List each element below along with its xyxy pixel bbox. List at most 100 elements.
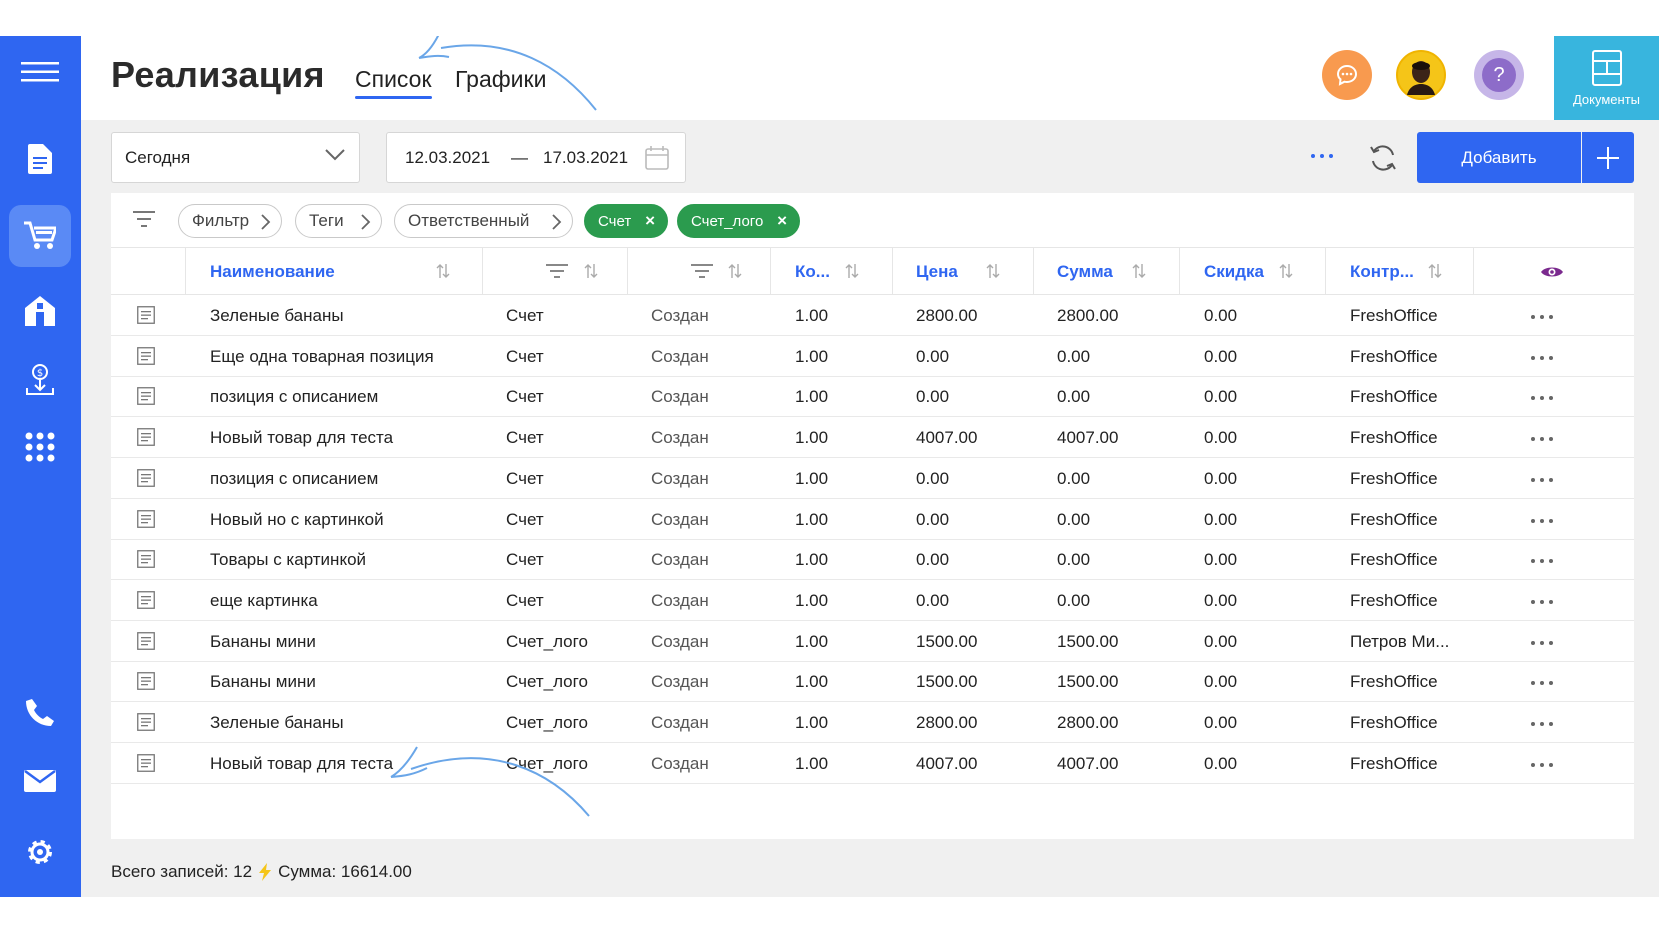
column-header[interactable]: Контр... xyxy=(1350,248,1414,295)
document-icon[interactable] xyxy=(9,128,71,190)
table-cell: Бананы мини xyxy=(210,672,316,692)
table-row[interactable]: Зеленые бананы Счет Создан 1.00 2800.00 2800.… xyxy=(111,295,1634,336)
row-actions-icon[interactable] xyxy=(1531,559,1553,564)
menu-icon[interactable] xyxy=(9,41,71,103)
column-filter-icon[interactable] xyxy=(546,264,568,283)
add-more-button[interactable] xyxy=(1582,132,1634,183)
main-area: Реализация Список Графики ? Документы Се… xyxy=(81,36,1659,897)
sort-icon[interactable] xyxy=(436,263,450,284)
add-button[interactable]: Добавить xyxy=(1417,132,1581,183)
row-document-icon[interactable] xyxy=(137,631,155,655)
sort-icon[interactable] xyxy=(1428,263,1442,284)
table-cell: 1.00 xyxy=(795,306,829,325)
row-document-icon[interactable] xyxy=(137,713,155,736)
tab-charts[interactable]: Графики xyxy=(455,66,546,93)
column-header[interactable]: Скидка xyxy=(1204,248,1264,295)
row-document-icon[interactable] xyxy=(137,428,155,451)
sort-icon[interactable] xyxy=(1279,263,1293,284)
date-separator: — xyxy=(511,148,528,167)
row-document-icon[interactable] xyxy=(137,590,155,614)
table-row[interactable]: Новый но с картинкой Счет Создан 1.00 0.00 0.… xyxy=(111,499,1634,540)
table-row[interactable]: Товары с картинкой Счет Создан 1.00 0.00 0.00… xyxy=(111,539,1634,581)
column-filter-icon[interactable] xyxy=(691,264,713,283)
responsible-chip[interactable]: Ответственный xyxy=(394,204,573,238)
table-row[interactable]: Бананы мини Счет_лого Создан 1.00 1500.00 150… xyxy=(111,621,1634,662)
row-actions-icon[interactable] xyxy=(1531,477,1553,482)
row-actions-icon[interactable] xyxy=(1531,599,1553,604)
row-actions-icon[interactable] xyxy=(1531,315,1553,319)
table-row[interactable]: позиция с описанием Счет Создан 1.00 0.00 0.0… xyxy=(111,376,1634,418)
remove-tag-icon[interactable]: × xyxy=(645,211,655,231)
table-row[interactable]: еще картинка Счет Создан 1.00 0.00 0.00 0.00 Fr… xyxy=(111,580,1634,621)
row-document-icon[interactable] xyxy=(137,468,155,492)
phone-icon[interactable] xyxy=(9,682,71,744)
sort-icon[interactable] xyxy=(986,263,1000,284)
table-cell: 0.00 xyxy=(916,387,950,407)
table-row[interactable]: Новый товар для теста Счет Создан 1.00 4007.… xyxy=(111,417,1634,459)
table-row[interactable]: Новый товар для теста Счет_лого Создан 1.00… xyxy=(111,743,1634,784)
table-cell: 1.00 xyxy=(795,550,829,570)
table-cell: Создан xyxy=(651,428,709,448)
filter-chip[interactable]: Фильтр xyxy=(178,204,282,238)
table-cell: Создан xyxy=(651,631,709,651)
more-options-icon[interactable] xyxy=(1311,154,1333,158)
gear-icon[interactable] xyxy=(9,821,71,883)
help-button[interactable]: ? xyxy=(1474,50,1524,100)
sort-icon[interactable] xyxy=(1132,263,1146,284)
mail-icon[interactable] xyxy=(9,750,71,812)
row-document-icon[interactable] xyxy=(137,387,155,410)
filter-lines-icon[interactable] xyxy=(133,211,155,227)
table-cell: Счет xyxy=(506,428,544,448)
tag-chip-schet-logo[interactable]: Счет_лого × xyxy=(677,204,800,238)
column-header[interactable]: Ко... xyxy=(795,248,830,295)
row-actions-icon[interactable] xyxy=(1531,722,1553,726)
column-header[interactable]: Цена xyxy=(916,248,958,295)
row-actions-icon[interactable] xyxy=(1531,355,1553,360)
row-actions-icon[interactable] xyxy=(1531,640,1553,645)
header: Реализация Список Графики ? Документы xyxy=(81,36,1659,120)
avatar[interactable] xyxy=(1396,50,1446,100)
table-cell: 1.00 xyxy=(795,346,829,366)
table-row[interactable]: позиция с описанием Счет Создан 1.00 0.00 0.0… xyxy=(111,458,1634,499)
svg-text:$: $ xyxy=(37,368,43,379)
cart-icon[interactable] xyxy=(9,205,71,267)
refresh-icon[interactable] xyxy=(1368,143,1398,173)
row-actions-icon[interactable] xyxy=(1531,396,1553,401)
table-cell: FreshOffice xyxy=(1350,468,1438,488)
period-select[interactable]: Сегодня xyxy=(111,132,360,183)
row-document-icon[interactable] xyxy=(137,550,155,573)
filter-bar: Фильтр Теги Ответственный Счет × Счет_ло… xyxy=(111,193,1634,248)
tags-chip[interactable]: Теги xyxy=(295,204,382,238)
tag-chip-schet[interactable]: Счет × xyxy=(584,204,668,238)
row-document-icon[interactable] xyxy=(137,672,155,695)
tab-list[interactable]: Список xyxy=(355,66,432,99)
apps-grid-icon[interactable] xyxy=(9,416,71,478)
column-header[interactable]: Наименование xyxy=(210,248,335,295)
money-download-icon[interactable]: $ xyxy=(9,349,71,411)
sort-icon[interactable] xyxy=(845,263,859,284)
column-visibility-icon[interactable] xyxy=(1540,264,1564,285)
row-actions-icon[interactable] xyxy=(1531,762,1553,767)
row-document-icon[interactable] xyxy=(137,753,155,777)
table-row[interactable]: Бананы мини Счет_лого Создан 1.00 1500.00 150… xyxy=(111,661,1634,703)
row-document-icon[interactable] xyxy=(137,346,155,370)
table-row[interactable]: Зеленые бананы Счет_лого Создан 1.00 2800.00… xyxy=(111,702,1634,743)
documents-button[interactable]: Документы xyxy=(1554,36,1659,120)
row-document-icon[interactable] xyxy=(137,509,155,533)
date-range-picker[interactable]: 12.03.2021 — 17.03.2021 xyxy=(386,132,686,183)
row-actions-icon[interactable] xyxy=(1531,437,1553,442)
row-document-icon[interactable] xyxy=(137,306,155,329)
table-cell: 0.00 xyxy=(1204,428,1238,448)
remove-tag-icon[interactable]: × xyxy=(777,211,787,231)
sort-icon[interactable] xyxy=(584,263,598,284)
store-icon[interactable] xyxy=(9,280,71,342)
sort-icon[interactable] xyxy=(728,263,742,284)
table-cell: FreshOffice xyxy=(1350,550,1438,570)
table-cell: 1.00 xyxy=(795,387,829,407)
chat-button[interactable] xyxy=(1322,50,1372,100)
column-header[interactable]: Сумма xyxy=(1057,248,1113,295)
table-row[interactable]: Еще одна товарная позиция Счет Создан 1.00 0… xyxy=(111,336,1634,377)
row-actions-icon[interactable] xyxy=(1531,518,1553,523)
row-actions-icon[interactable] xyxy=(1531,681,1553,686)
table-cell: Счет xyxy=(506,387,544,407)
